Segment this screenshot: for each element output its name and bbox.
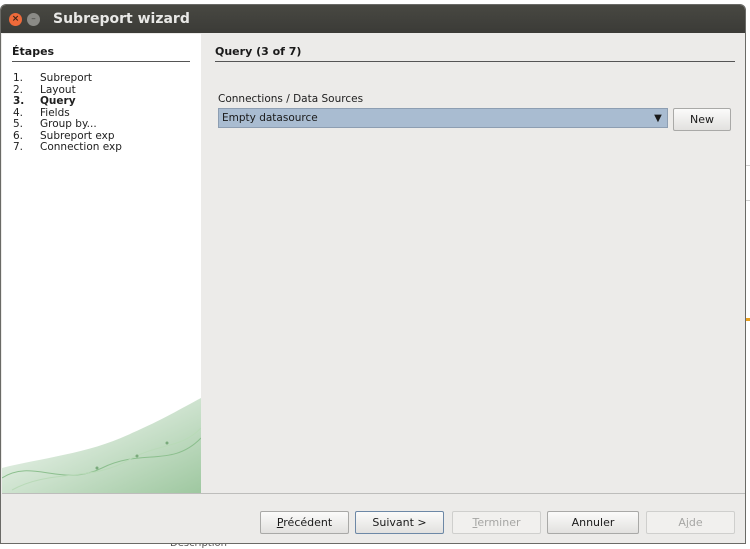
connection-select[interactable]: Empty datasource ▼ [218,108,668,128]
previous-button-label: Précédent [276,516,333,529]
cancel-button[interactable]: Annuler [547,511,639,534]
step-item: 7. Connection exp [13,141,122,154]
step-label: Group by... [40,118,97,130]
wizard-decoration [2,398,201,493]
wizard-dialog: × – Subreport wizard Étapes 1. Subreport 2… [0,4,746,544]
steps-panel: Étapes 1. Subreport 2. Layout 3. Query 4. Field… [2,34,201,493]
step-label: Query [40,95,76,107]
next-button[interactable]: Suivant > [355,511,444,534]
step-label: Connection exp [40,141,122,153]
step-item: 1. Subreport [13,72,122,85]
dropdown-arrow-icon[interactable]: ▼ [651,111,665,125]
new-connection-button[interactable]: New [673,108,731,131]
step-item: 3. Query [13,95,122,108]
connection-label: Connections / Data Sources [218,93,364,105]
previous-button[interactable]: Précédent [260,511,349,534]
step-item: 5. Group by... [13,118,122,131]
minimize-icon[interactable]: – [27,12,40,26]
page-title: Query (3 of 7) [215,45,302,58]
step-number: 5. [13,118,24,130]
title-bar: × – Subreport wizard [1,5,745,33]
close-icon[interactable]: × [9,12,22,26]
connection-select-value: Empty datasource [222,112,318,124]
help-button[interactable]: Ajde [646,511,735,534]
steps-list: 1. Subreport 2. Layout 3. Query 4. Fields 5. Grou… [13,72,122,154]
steps-title: Étapes [12,45,55,58]
finish-button-label: Terminer [472,516,521,529]
step-label: Subreport [40,72,93,84]
finish-button[interactable]: Terminer [452,511,541,534]
steps-divider [12,61,190,62]
step-number: 3. [13,95,25,107]
footer-divider [2,493,745,494]
step-number: 7. [13,141,24,153]
dialog-title: Subreport wizard [53,11,190,27]
page-divider [215,61,735,62]
step-number: 1. [13,72,24,84]
help-button-label: Ajde [678,516,703,529]
